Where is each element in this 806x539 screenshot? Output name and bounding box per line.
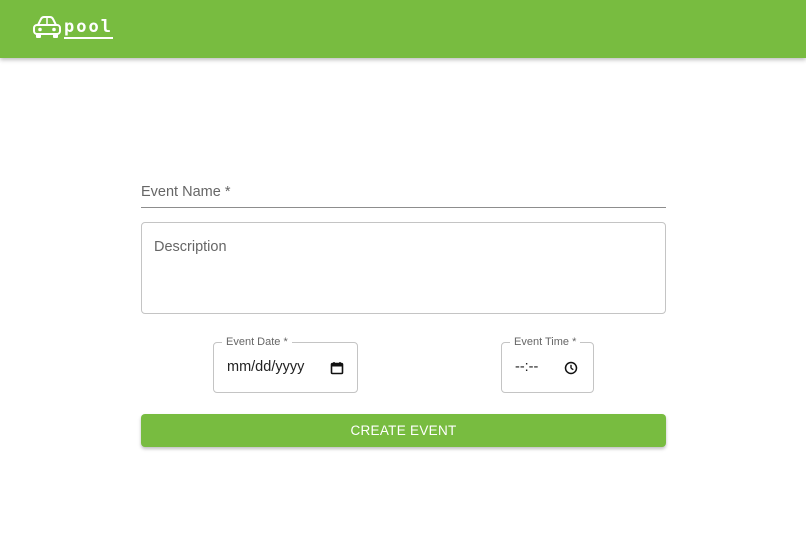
- event-date-value: mm/dd/yyyy: [227, 359, 305, 375]
- calendar-icon[interactable]: [330, 361, 344, 375]
- event-time-field[interactable]: Event Time * --:--: [501, 335, 594, 393]
- event-name-field[interactable]: Event Name *: [141, 180, 666, 208]
- car-icon: [33, 16, 61, 38]
- event-time-label: Event Time *: [510, 335, 581, 349]
- event-date-label: Event Date *: [222, 335, 292, 349]
- create-event-button[interactable]: CREATE EVENT: [141, 414, 666, 447]
- event-name-label: Event Name *: [141, 184, 231, 200]
- description-label: Description: [154, 239, 227, 255]
- logo[interactable]: pool: [32, 15, 113, 41]
- event-time-value: --:--: [515, 359, 539, 375]
- logo-text: pool: [64, 16, 113, 39]
- description-field[interactable]: Description: [141, 222, 666, 314]
- event-date-field[interactable]: Event Date * mm/dd/yyyy: [213, 335, 358, 393]
- clock-icon[interactable]: [564, 361, 578, 375]
- app-bar: pool: [0, 0, 806, 58]
